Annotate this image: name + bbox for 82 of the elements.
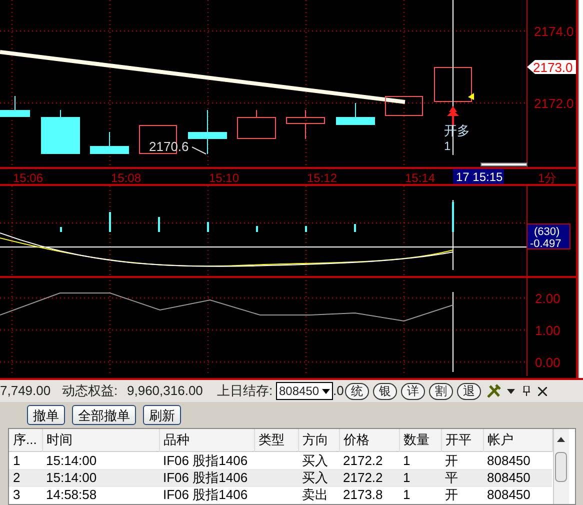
axis-label: 1.00 bbox=[535, 323, 560, 338]
candlestick bbox=[286, 110, 325, 140]
table-cell: 1 bbox=[403, 487, 410, 502]
indicator-bar bbox=[452, 202, 454, 232]
leader-line bbox=[192, 146, 206, 154]
tool-button[interactable]: 统 bbox=[344, 382, 369, 400]
equity-value: 9,960,316.00 bbox=[127, 382, 204, 400]
candlestick bbox=[188, 110, 227, 154]
table-cell: 开 bbox=[445, 452, 458, 468]
close-icon[interactable] bbox=[538, 386, 547, 396]
table-cell: 808450 bbox=[487, 487, 530, 502]
trade-quantity: 1 bbox=[444, 139, 451, 153]
trade-arrow-icon bbox=[447, 106, 459, 125]
tool-button[interactable]: 详 bbox=[400, 382, 425, 400]
table-cell: 卖出 bbox=[302, 487, 328, 502]
cursor-time: 17 15:15 bbox=[453, 169, 504, 184]
equity-label: 动态权益: bbox=[62, 382, 119, 400]
table-cell: 3 bbox=[13, 487, 20, 502]
tool-button[interactable]: 割 bbox=[428, 382, 453, 400]
indicator-bar bbox=[60, 227, 62, 232]
order-button[interactable]: 撤单 bbox=[27, 405, 65, 425]
price-label: 2172.0 bbox=[534, 96, 574, 111]
dropdown-arrow-icon[interactable] bbox=[322, 388, 330, 394]
table-cell: 2 bbox=[13, 470, 20, 485]
indicator-bar bbox=[158, 217, 160, 232]
candlestick bbox=[0, 96, 30, 117]
table-cell: IF06 股指1406 bbox=[163, 452, 248, 468]
prev-balance-value: .0 bbox=[333, 382, 344, 400]
table-cell: 1 bbox=[403, 452, 410, 468]
table-cell: 开 bbox=[445, 487, 458, 502]
period-label: 1分 bbox=[538, 171, 557, 185]
candlestick bbox=[237, 110, 276, 139]
indicator-bar bbox=[354, 224, 356, 232]
indicator-bar bbox=[109, 212, 111, 232]
time-label: 15:06 bbox=[13, 171, 44, 185]
price-label: 2174.0 bbox=[534, 24, 574, 39]
account-select[interactable]: 808450 bbox=[276, 382, 333, 400]
table-cell: 买入 bbox=[302, 470, 328, 485]
table-cell: 平 bbox=[445, 470, 458, 485]
dropdown-icon[interactable] bbox=[506, 388, 515, 394]
table-cell: 15:14:00 bbox=[46, 452, 97, 468]
table-cell: 2172.2 bbox=[343, 452, 383, 468]
indicator-bar bbox=[305, 226, 307, 232]
table-cell: 1 bbox=[13, 452, 20, 468]
candlestick bbox=[336, 102, 375, 125]
scrollbar[interactable] bbox=[552, 429, 568, 504]
prev-balance-label: 上日结存: bbox=[217, 382, 274, 400]
axis-label: 0.00 bbox=[535, 355, 560, 370]
time-label: 15:14 bbox=[405, 171, 436, 185]
scroll-up-icon[interactable] bbox=[557, 437, 565, 442]
table-cell: IF06 股指1406 bbox=[163, 470, 248, 485]
table-cell: 14:58:58 bbox=[46, 487, 97, 502]
indicator-bar bbox=[207, 222, 209, 232]
table-cell: 808450 bbox=[487, 452, 530, 468]
table-cell: 2173.8 bbox=[343, 487, 383, 502]
price-label: 2173.0 bbox=[533, 60, 573, 75]
scroll-thumb[interactable] bbox=[555, 452, 567, 482]
indicator-bar bbox=[256, 226, 258, 232]
time-label: 15:08 bbox=[111, 171, 142, 185]
candlestick bbox=[41, 110, 80, 154]
tools-icon[interactable] bbox=[486, 384, 501, 398]
tool-button[interactable]: 银 bbox=[372, 382, 397, 400]
candlestick bbox=[385, 96, 423, 116]
table-cell: 1 bbox=[403, 470, 410, 485]
balance-value: 7,749.00 bbox=[0, 382, 52, 400]
price-marker-icon bbox=[468, 93, 474, 100]
candlestick bbox=[434, 67, 472, 102]
indicator-readout: (630) -0.497 bbox=[526, 224, 570, 250]
table-cell: IF06 股指1406 bbox=[163, 487, 248, 502]
candlestick bbox=[90, 132, 129, 154]
time-label: 15:10 bbox=[209, 171, 240, 185]
table-cell: 15:14:00 bbox=[46, 470, 97, 485]
order-button[interactable]: 全部撤单 bbox=[72, 405, 136, 425]
table-cell: 2172.2 bbox=[343, 470, 383, 485]
time-label: 15:12 bbox=[307, 171, 338, 185]
table-cell: 808450 bbox=[487, 470, 530, 485]
pin-icon[interactable] bbox=[522, 386, 530, 396]
axis-label: 2.00 bbox=[535, 291, 560, 306]
order-button[interactable]: 刷新 bbox=[143, 405, 181, 425]
tool-button[interactable]: 退 bbox=[456, 382, 481, 400]
scroll-bar[interactable] bbox=[480, 162, 528, 166]
table-cell: 买入 bbox=[302, 452, 328, 468]
